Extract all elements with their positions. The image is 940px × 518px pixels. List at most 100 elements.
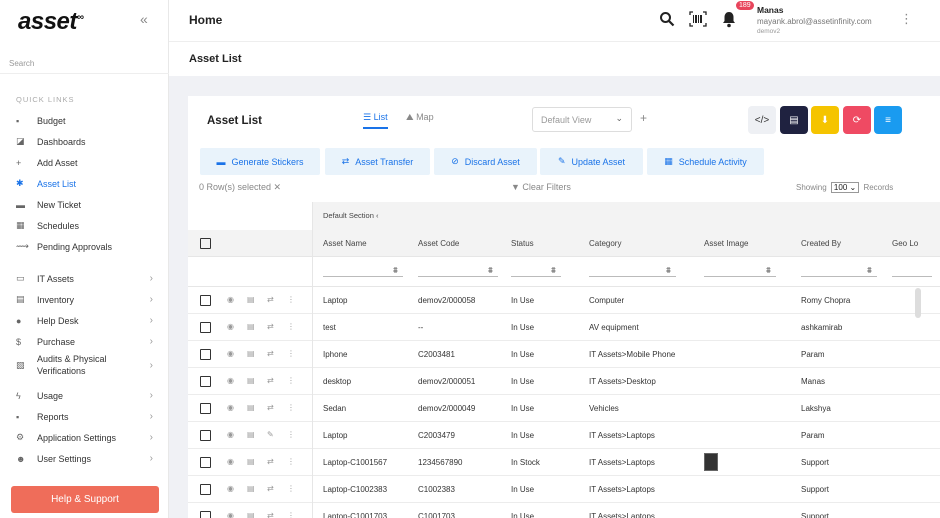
eye-icon[interactable]: ◉ <box>227 430 234 439</box>
row-checkbox[interactable] <box>200 430 211 441</box>
transfer-icon[interactable]: ⇄ <box>267 322 274 331</box>
card-icon[interactable]: ▤ <box>247 376 255 385</box>
column-header-created-by[interactable]: Created By <box>801 239 841 248</box>
eye-icon[interactable]: ◉ <box>227 484 234 493</box>
section-header[interactable]: Default Section ‹ <box>312 202 940 230</box>
table-scrollbar[interactable] <box>915 288 921 318</box>
column-filter-input[interactable] <box>323 276 403 277</box>
more-vertical-icon[interactable]: ⋮ <box>287 430 295 439</box>
filter-icon[interactable]: ⩩ <box>393 265 398 276</box>
sidebar-item-inventory[interactable]: ▤ Inventory › <box>0 289 169 310</box>
sidebar-item-help-desk[interactable]: ● Help Desk › <box>0 310 169 331</box>
select-all-checkbox[interactable] <box>200 238 211 249</box>
column-filter-input[interactable] <box>418 276 498 277</box>
filter-icon[interactable]: ⩩ <box>867 265 872 276</box>
row-checkbox[interactable] <box>200 511 211 518</box>
column-header-asset-image[interactable]: Asset Image <box>704 239 748 248</box>
sidebar-item-schedules[interactable]: ▦ Schedules <box>0 215 169 236</box>
more-vertical-icon[interactable]: ⋮ <box>287 403 295 412</box>
row-checkbox[interactable] <box>200 376 211 387</box>
column-filter-input[interactable] <box>892 276 932 277</box>
card-icon[interactable]: ▤ <box>247 511 255 518</box>
barcode-scan-icon[interactable] <box>689 11 707 31</box>
more-vertical-icon[interactable]: ⋮ <box>287 511 295 518</box>
table-row[interactable]: ◉ ▤ ⇄ ⋮ desktop demov2/000051 In Use IT Assets>… <box>188 368 940 395</box>
table-row[interactable]: ◉ ▤ ⇄ ⋮ Sedan demov2/000049 In Use Vehicles Laks… <box>188 395 940 422</box>
row-checkbox[interactable] <box>200 484 211 495</box>
more-vertical-icon[interactable]: ⋮ <box>287 376 295 385</box>
sidebar-item-audits-physical[interactable]: ▧ Audits & Physical Verifications › <box>0 352 169 378</box>
table-row[interactable]: ◉ ▤ ⇄ ⋮ Iphone C2003481 In Use IT Assets>Mobile… <box>188 341 940 368</box>
sidebar-item-budget[interactable]: ▪ Budget <box>0 110 169 131</box>
sidebar-item-new-ticket[interactable]: ▬ New Ticket <box>0 194 169 215</box>
filter-icon[interactable]: ⩩ <box>666 265 671 276</box>
more-vertical-icon[interactable]: ⋮ <box>287 457 295 466</box>
filter-icon[interactable]: ⩩ <box>766 265 771 276</box>
filter-icon[interactable]: ⩩ <box>551 265 556 276</box>
column-header-geo-lo[interactable]: Geo Lo <box>892 239 918 248</box>
transfer-icon[interactable]: ⇄ <box>267 484 274 493</box>
tab-list[interactable]: ☰ List <box>363 112 388 129</box>
tab-map[interactable]: ⛰ Map <box>406 112 434 123</box>
refresh-button[interactable]: ⟳ <box>843 106 871 134</box>
menu-button[interactable]: ≡ <box>874 106 902 134</box>
transfer-icon[interactable]: ⇄ <box>267 295 274 304</box>
eye-icon[interactable]: ◉ <box>227 457 234 466</box>
transfer-icon[interactable]: ⇄ <box>267 403 274 412</box>
sidebar-item-it-assets[interactable]: ▭ IT Assets › <box>0 268 169 289</box>
eye-icon[interactable]: ◉ <box>227 295 234 304</box>
card-icon[interactable]: ▤ <box>247 349 255 358</box>
eye-icon[interactable]: ◉ <box>227 349 234 358</box>
bell-icon[interactable] <box>721 11 737 32</box>
sidebar-item-asset-list[interactable]: ✱ Asset List <box>0 173 169 194</box>
close-icon[interactable]: ✕ <box>274 182 282 192</box>
transfer-icon[interactable]: ⇄ <box>267 457 274 466</box>
sidebar-item-add-asset[interactable]: + Add Asset <box>0 152 169 173</box>
view-select[interactable]: Default View ⌄ <box>532 107 632 132</box>
clear-filters-button[interactable]: ▼ Clear Filters <box>511 182 571 192</box>
download-button[interactable]: ⬇ <box>811 106 839 134</box>
edit-icon[interactable]: ✎ <box>267 430 274 439</box>
row-checkbox[interactable] <box>200 457 211 468</box>
eye-icon[interactable]: ◉ <box>227 511 234 518</box>
card-icon[interactable]: ▤ <box>247 430 255 439</box>
discard-asset-button[interactable]: ⊘ Discard Asset <box>434 148 537 175</box>
eye-icon[interactable]: ◉ <box>227 376 234 385</box>
generate-stickers-button[interactable]: ▬ Generate Stickers <box>200 148 320 175</box>
transfer-icon[interactable]: ⇄ <box>267 349 274 358</box>
update-asset-button[interactable]: ✎ Update Asset <box>540 148 643 175</box>
more-vertical-icon[interactable]: ⋮ <box>287 295 295 304</box>
asset-thumbnail[interactable] <box>704 453 718 471</box>
card-icon[interactable]: ▤ <box>247 322 255 331</box>
row-checkbox[interactable] <box>200 403 211 414</box>
eye-icon[interactable]: ◉ <box>227 322 234 331</box>
sidebar-search-input[interactable]: Search <box>0 54 169 74</box>
sidebar-item-dashboards[interactable]: ◪ Dashboards <box>0 131 169 152</box>
schedule-activity-button[interactable]: ▦ Schedule Activity <box>647 148 764 175</box>
more-vertical-icon[interactable]: ⋮ <box>287 322 295 331</box>
card-icon[interactable]: ▤ <box>247 457 255 466</box>
column-filter-input[interactable] <box>589 276 676 277</box>
row-checkbox[interactable] <box>200 322 211 333</box>
search-icon[interactable] <box>659 11 675 31</box>
column-filter-input[interactable] <box>704 276 776 277</box>
more-vertical-icon[interactable]: ⋮ <box>287 484 295 493</box>
column-filter-input[interactable] <box>511 276 561 277</box>
sidebar-item-usage[interactable]: ϟ Usage › <box>0 385 169 406</box>
sidebar-item-pending-approvals[interactable]: ⟿ Pending Approvals <box>0 236 169 257</box>
column-header-asset-name[interactable]: Asset Name <box>323 239 367 248</box>
table-row[interactable]: ◉ ▤ ⇄ ⋮ Laptop demov2/000058 In Use Computer Rom… <box>188 287 940 314</box>
asset-transfer-button[interactable]: ⇄ Asset Transfer <box>325 148 430 175</box>
sidebar-item-user-settings[interactable]: ☻ User Settings › <box>0 448 169 469</box>
double-chevron-left-icon[interactable]: « <box>140 11 148 27</box>
card-icon[interactable]: ▤ <box>247 295 255 304</box>
more-vertical-icon[interactable]: ⋮ <box>900 11 913 27</box>
brand-logo[interactable]: asset∞ <box>18 8 84 36</box>
transfer-icon[interactable]: ⇄ <box>267 376 274 385</box>
column-header-status[interactable]: Status <box>511 239 534 248</box>
eye-icon[interactable]: ◉ <box>227 403 234 412</box>
card-icon[interactable]: ▤ <box>247 403 255 412</box>
filter-icon[interactable]: ⩩ <box>488 265 493 276</box>
page-size-select[interactable]: 100 ⌄ <box>830 182 860 193</box>
sidebar-item-application-settings[interactable]: ⚙ Application Settings › <box>0 427 169 448</box>
